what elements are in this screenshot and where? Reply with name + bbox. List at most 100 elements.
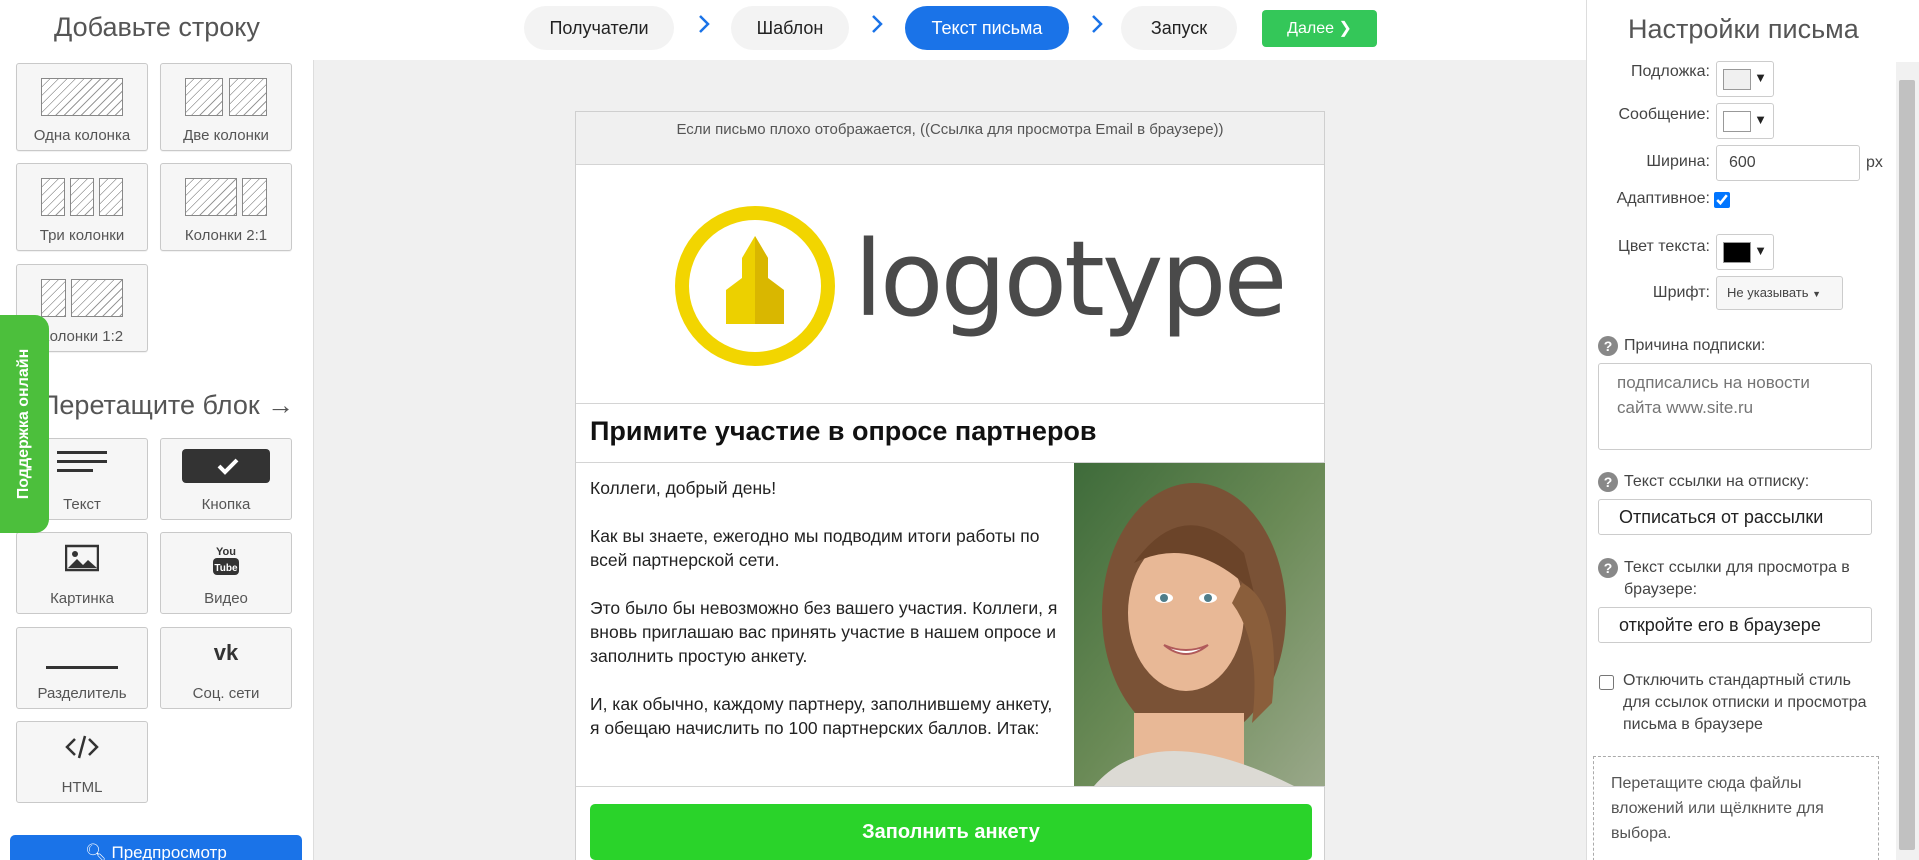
font-value: Не указывать xyxy=(1727,285,1809,300)
block-label: Разделитель xyxy=(37,685,127,702)
block-image[interactable]: Картинка xyxy=(16,532,148,614)
scrollbar-thumb[interactable] xyxy=(1899,80,1915,850)
step-template[interactable]: Шаблон xyxy=(731,6,849,50)
row-layout-label: Одна колонка xyxy=(33,127,131,144)
chevron-right-icon xyxy=(872,15,883,33)
disable-style-label: Отключить стандартный стиль для ссылок о… xyxy=(1623,672,1867,733)
search-icon: 🔍︎ xyxy=(85,843,107,860)
block-label: Соц. сети xyxy=(192,685,260,702)
step-recipients[interactable]: Получатели xyxy=(524,6,674,50)
youtube-icon: You Tube xyxy=(161,543,291,582)
next-label: Далее xyxy=(1287,20,1334,37)
portrait-photo xyxy=(1074,463,1325,786)
row-layout-one-column[interactable]: Одна колонка xyxy=(16,63,148,151)
email-title[interactable]: Примите участие в опросе партнеров xyxy=(576,404,1324,463)
blocks-title: Перетащите блок → xyxy=(40,390,295,420)
logo-block[interactable]: logotype xyxy=(576,165,1324,404)
browser-link-input[interactable] xyxy=(1598,607,1872,643)
message-color-picker[interactable]: ▼ xyxy=(1716,103,1774,139)
block-label: HTML xyxy=(61,779,103,796)
reason-label: Причина подписки: xyxy=(1624,337,1766,354)
block-video[interactable]: You Tube Видео xyxy=(160,532,292,614)
row-layout-label: Три колонки xyxy=(39,227,125,244)
block-label: Видео xyxy=(204,590,248,607)
one-column-icon xyxy=(41,78,123,116)
caret-down-icon: ▼ xyxy=(1754,243,1767,258)
two-columns-icon-part xyxy=(229,78,267,116)
row-layout-two-columns[interactable]: Две колонки xyxy=(160,63,292,151)
settings-title: Настройки письма xyxy=(1628,14,1859,44)
logotype-logo: logotype xyxy=(675,206,1288,366)
background-label: Подложка: xyxy=(1630,63,1710,80)
browser-view-line[interactable]: Если письмо плохо отображается, ((Ссылка… xyxy=(576,112,1324,165)
caret-down-icon: ▼ xyxy=(1754,112,1767,127)
support-label: Поддержка онлайн xyxy=(15,348,32,500)
help-icon[interactable]: ? xyxy=(1598,472,1618,492)
text-color-label: Цвет текста: xyxy=(1617,238,1710,255)
step-email-text[interactable]: Текст письма xyxy=(905,6,1069,50)
code-icon xyxy=(17,732,147,767)
attachments-dropzone[interactable]: Перетащите сюда файлы вложений или щёлкн… xyxy=(1593,756,1879,860)
font-label: Шрифт: xyxy=(1652,284,1710,301)
button-check-icon xyxy=(161,449,291,488)
columns-2-1-icon-part xyxy=(242,178,267,216)
help-icon[interactable]: ? xyxy=(1598,558,1618,578)
svg-text:vk: vk xyxy=(214,640,239,665)
font-dropdown[interactable]: Не указывать ▼ xyxy=(1716,276,1843,310)
adaptive-checkbox[interactable] xyxy=(1714,192,1730,208)
width-unit: px xyxy=(1866,154,1883,171)
settings-scrollbar[interactable] xyxy=(1896,62,1919,860)
email-photo[interactable] xyxy=(1074,463,1325,786)
next-button[interactable]: Далее ❯ xyxy=(1262,10,1377,47)
divider-line-icon xyxy=(17,658,147,676)
row-layout-label: Две колонки xyxy=(183,127,269,144)
row-layout-three-columns[interactable]: Три колонки xyxy=(16,163,148,251)
help-icon[interactable]: ? xyxy=(1598,336,1618,356)
reason-textarea[interactable] xyxy=(1598,363,1872,450)
fill-form-button[interactable]: Заполнить анкету xyxy=(590,804,1312,860)
chevron-right-icon xyxy=(1092,15,1103,33)
background-color-picker[interactable]: ▼ xyxy=(1716,61,1774,97)
email-paragraph: Это было бы невозможно без вашего участи… xyxy=(590,598,1058,666)
color-swatch xyxy=(1723,242,1751,263)
email-editor-app: Добавьте строку Одна колонка Две колонки… xyxy=(0,0,1919,860)
browser-link-label: Текст ссылки для просмотра в браузере: xyxy=(1624,559,1850,598)
disable-style-checkbox[interactable] xyxy=(1599,675,1614,690)
two-columns-icon xyxy=(185,78,223,116)
block-label: Кнопка xyxy=(201,496,251,513)
svg-text:Tube: Tube xyxy=(214,563,238,574)
email-separator xyxy=(576,786,1324,787)
unsub-label: Текст ссылки на отписку: xyxy=(1624,473,1810,490)
width-label: Ширина: xyxy=(1646,153,1710,170)
preview-label: Предпросмотр xyxy=(111,843,227,860)
text-color-picker[interactable]: ▼ xyxy=(1716,234,1774,270)
svg-text:You: You xyxy=(216,546,236,558)
email-preview: Если письмо плохо отображается, ((Ссылка… xyxy=(575,111,1325,860)
image-icon xyxy=(17,543,147,578)
columns-1-2-icon-part xyxy=(71,279,123,317)
color-swatch xyxy=(1723,69,1751,90)
unsub-input[interactable] xyxy=(1598,499,1872,535)
email-body-text[interactable]: Коллеги, добрый день! Как вы знаете, еже… xyxy=(590,476,1060,764)
block-button[interactable]: Кнопка xyxy=(160,438,292,520)
chevron-right-icon: ❯ xyxy=(1338,20,1352,37)
block-html[interactable]: HTML xyxy=(16,721,148,803)
three-columns-icon xyxy=(41,178,65,216)
vk-icon: vk xyxy=(161,638,291,673)
email-paragraph: И, как обычно, каждому партнеру, заполни… xyxy=(590,694,1053,738)
support-online-tab[interactable]: Поддержка онлайн xyxy=(0,315,49,533)
step-launch[interactable]: Запуск xyxy=(1121,6,1237,50)
logo-wordmark: logotype xyxy=(854,218,1285,340)
caret-down-icon: ▼ xyxy=(1754,70,1767,85)
columns-2-1-icon xyxy=(185,178,237,216)
three-columns-icon-part xyxy=(99,178,123,216)
block-divider[interactable]: Разделитель xyxy=(16,627,148,709)
email-paragraph: Коллеги, добрый день! xyxy=(590,478,777,498)
row-layout-columns-2-1[interactable]: Колонки 2:1 xyxy=(160,163,292,251)
preview-button[interactable]: 🔍︎ Предпросмотр xyxy=(10,835,302,860)
color-swatch xyxy=(1723,111,1751,132)
block-social[interactable]: vk Соц. сети xyxy=(160,627,292,709)
block-label: Картинка xyxy=(50,590,114,607)
width-input[interactable] xyxy=(1716,145,1860,181)
columns-1-2-icon xyxy=(41,279,66,317)
